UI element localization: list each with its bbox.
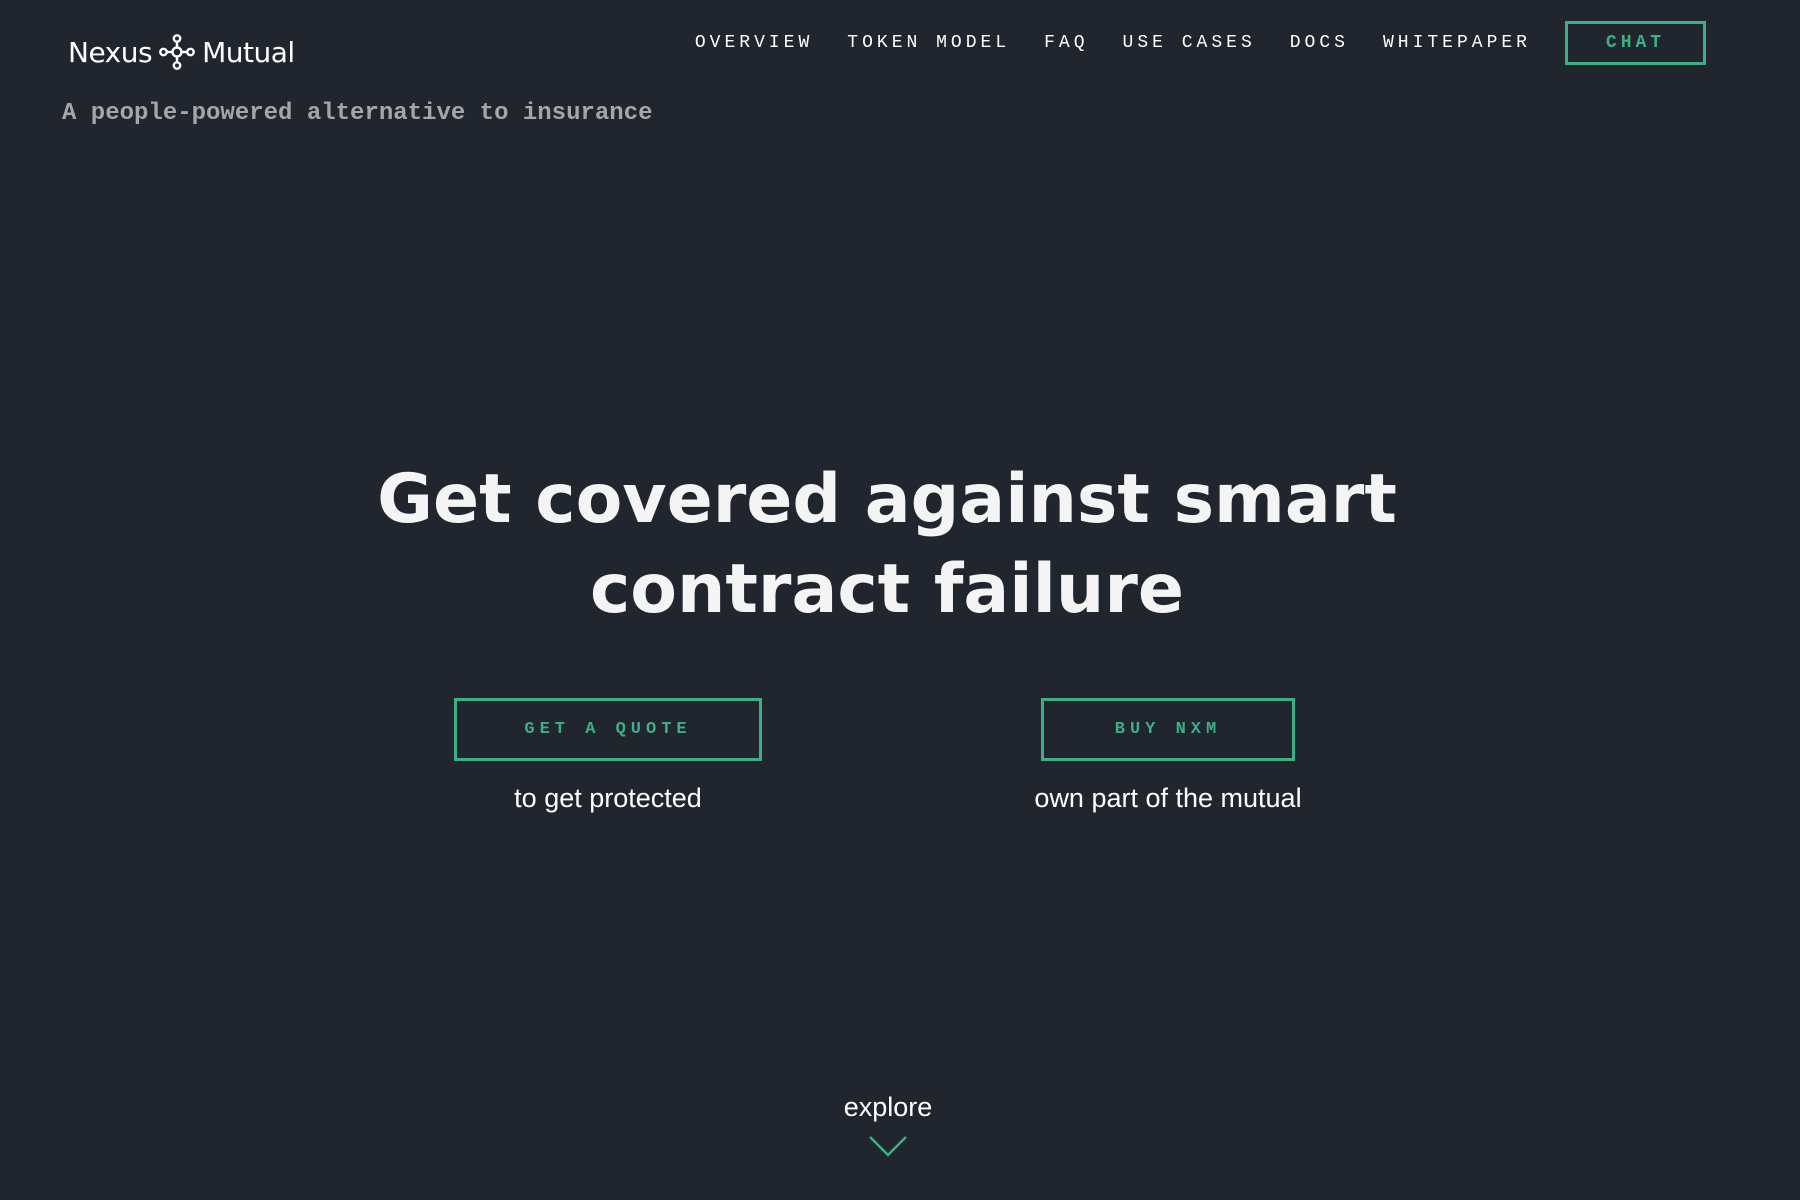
tagline: A people-powered alternative to insuranc… xyxy=(62,100,653,127)
hero-title-line-2: contract failure xyxy=(589,550,1184,629)
quote-caption: to get protected xyxy=(514,783,702,813)
nav-link-token-model[interactable]: TOKEN MODEL xyxy=(847,33,1010,53)
nav-link-faq[interactable]: FAQ xyxy=(1044,33,1088,53)
chat-button[interactable]: CHAT xyxy=(1565,21,1706,65)
buy-nxm-caption: own part of the mutual xyxy=(1034,783,1302,813)
nexus-mutual-logo-icon xyxy=(159,34,195,70)
buy-nxm-button[interactable]: BUY NXM xyxy=(1041,698,1295,761)
logo-link[interactable]: Nexus Mutual xyxy=(68,30,295,74)
hero-title-line-1: Get covered against smart xyxy=(377,460,1397,539)
nav-link-docs[interactable]: DOCS xyxy=(1290,33,1349,53)
logo-word-nexus: Nexus xyxy=(68,35,153,69)
nav-link-use-cases[interactable]: USE CASES xyxy=(1123,33,1256,53)
nav-link-overview[interactable]: OVERVIEW xyxy=(695,33,813,53)
main-nav: OVERVIEW TOKEN MODEL FAQ USE CASES DOCS … xyxy=(661,18,1706,68)
logo-word-mutual: Mutual xyxy=(202,35,295,69)
explore-link[interactable]: explore xyxy=(788,1092,988,1157)
quote-cta-group: GET A QUOTE to get protected xyxy=(454,698,762,814)
chevron-down-icon xyxy=(869,1136,907,1157)
page: Nexus Mutual A people-powered alternativ… xyxy=(0,0,1800,1200)
hero-title: Get covered against smart contract failu… xyxy=(0,455,1774,635)
buy-nxm-cta-group: BUY NXM own part of the mutual xyxy=(1034,698,1302,814)
get-a-quote-button[interactable]: GET A QUOTE xyxy=(454,698,762,761)
explore-label: explore xyxy=(843,1092,933,1122)
nav-link-whitepaper[interactable]: WHITEPAPER xyxy=(1383,33,1531,53)
